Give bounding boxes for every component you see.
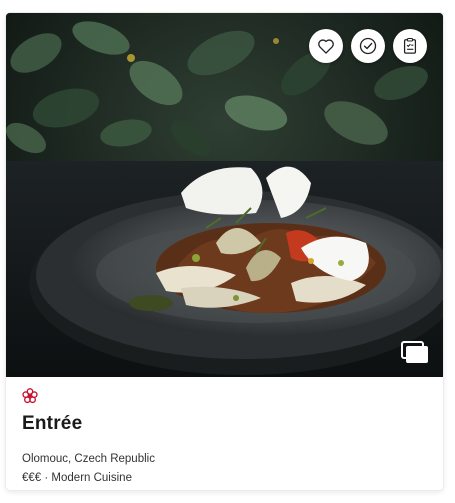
visited-button[interactable] bbox=[351, 29, 385, 63]
restaurant-name[interactable]: Entrée bbox=[22, 413, 82, 435]
restaurant-location: Olomouc, Czech Republic bbox=[22, 453, 155, 465]
michelin-flower-icon bbox=[22, 388, 38, 404]
favorite-button[interactable] bbox=[309, 29, 343, 63]
heart-icon bbox=[318, 39, 334, 54]
restaurant-meta: €€€ · Modern Cuisine bbox=[22, 472, 132, 484]
restaurant-info: Entrée Olomouc, Czech Republic €€€ · Mod… bbox=[6, 377, 443, 490]
meta-separator: · bbox=[41, 472, 52, 484]
price-range: €€€ bbox=[22, 472, 42, 484]
cuisine-type: Modern Cuisine bbox=[51, 472, 132, 484]
restaurant-photo[interactable] bbox=[6, 13, 443, 377]
restaurant-card[interactable]: Entrée Olomouc, Czech Republic €€€ · Mod… bbox=[6, 13, 443, 490]
gallery-icon[interactable] bbox=[401, 341, 429, 365]
clipboard-list-icon bbox=[403, 37, 417, 54]
add-to-list-button[interactable] bbox=[393, 29, 427, 63]
check-circle-icon bbox=[359, 37, 377, 55]
dish-image bbox=[6, 13, 443, 377]
